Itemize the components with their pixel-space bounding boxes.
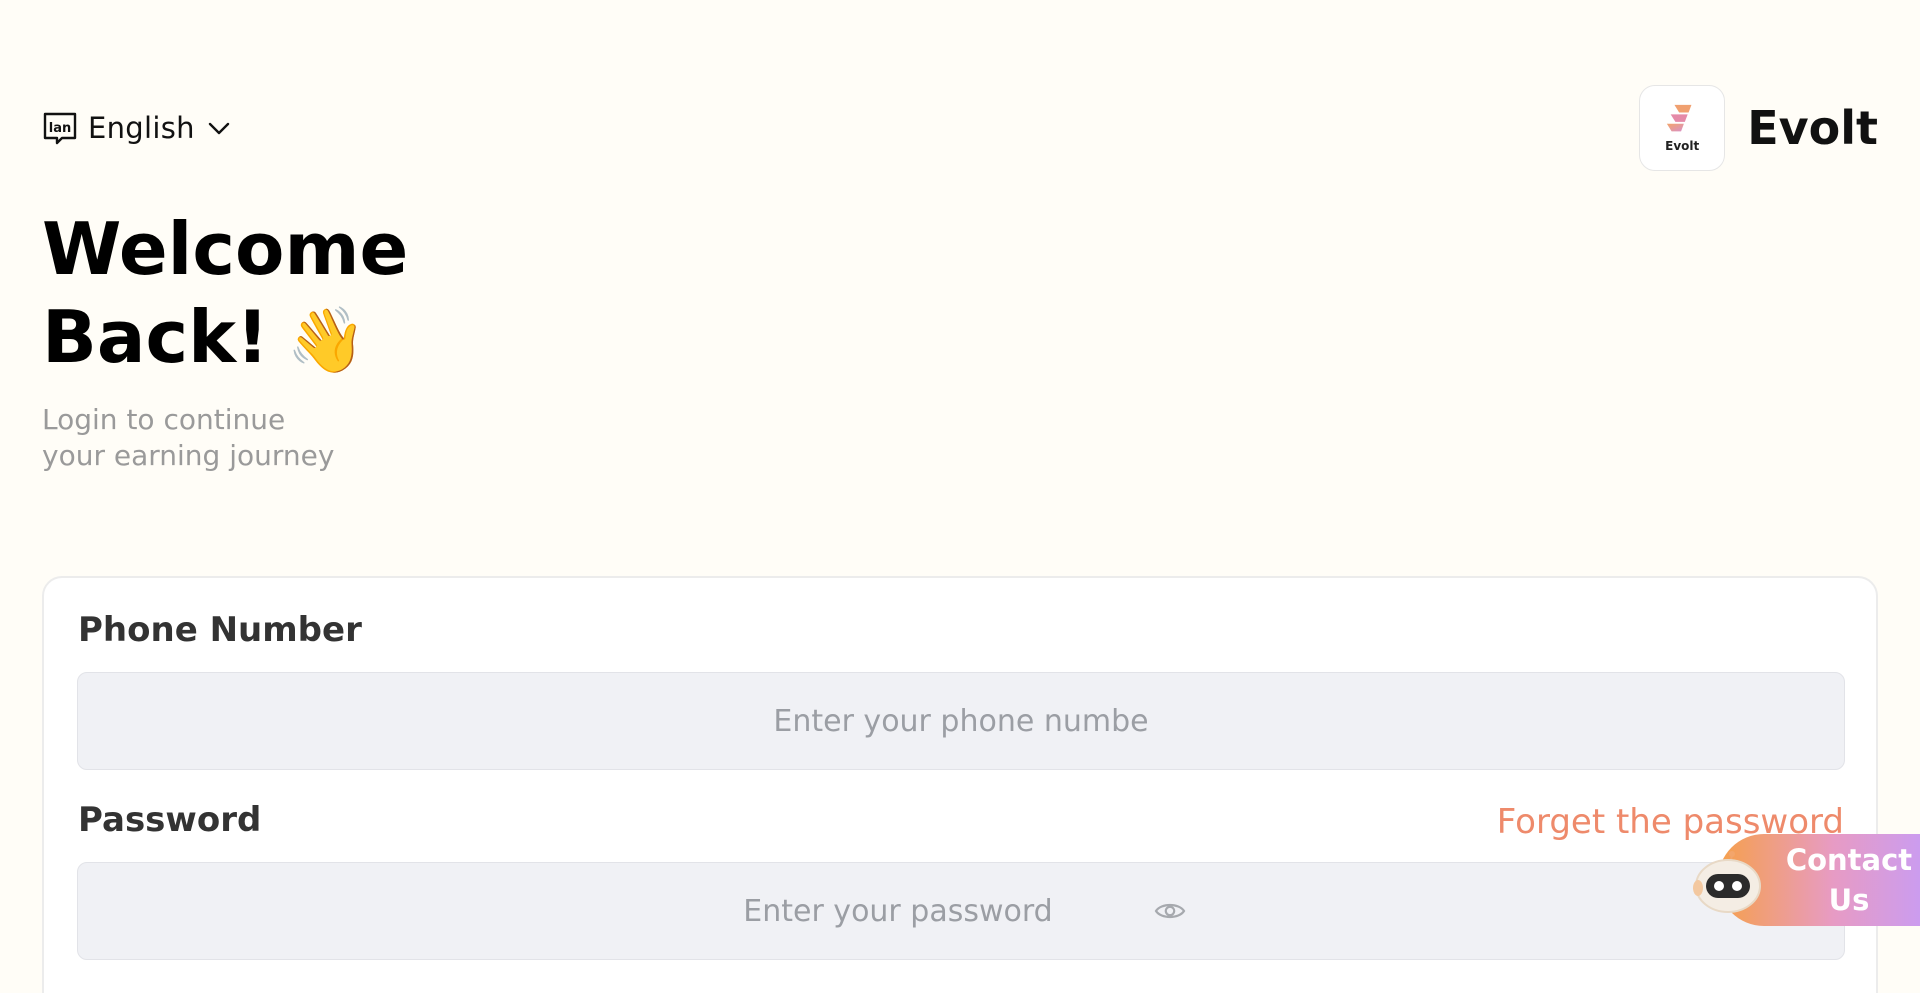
chevron-down-icon: [207, 116, 231, 140]
language-icon: lan: [42, 110, 78, 146]
page-title: Welcome Back! 👋: [42, 205, 408, 385]
evolt-logo-icon: [1667, 104, 1692, 132]
contact-us-label: Contact Us: [1785, 843, 1913, 917]
login-form-card: Phone Number Password Forget the passwor…: [42, 576, 1878, 993]
robot-assistant-icon[interactable]: [1692, 848, 1762, 914]
svg-text:lan: lan: [49, 121, 71, 136]
phone-label: Phone Number: [78, 610, 362, 650]
brand: Evolt Evolt: [1639, 85, 1878, 171]
eye-icon[interactable]: [1154, 899, 1186, 923]
title-line-2-text: Back!: [42, 295, 269, 379]
language-selector[interactable]: lan English: [42, 110, 231, 146]
password-input[interactable]: [78, 863, 1718, 959]
page-subtitle: Login to continue your earning journey: [42, 402, 362, 474]
password-field: [77, 862, 1845, 960]
login-page: lan English Evolt Evolt Welcome Back! 👋 …: [0, 0, 1920, 993]
waving-hand-icon: 👋: [286, 304, 367, 378]
subtitle-line-1: Login to continue: [42, 403, 286, 436]
title-line-2: Back! 👋: [42, 293, 408, 385]
brand-logo: Evolt: [1639, 85, 1726, 171]
phone-input[interactable]: [78, 673, 1844, 769]
password-label: Password: [78, 800, 262, 840]
brand-name: Evolt: [1747, 101, 1878, 155]
language-label: English: [88, 111, 195, 145]
brand-logo-text: Evolt: [1665, 139, 1700, 153]
title-line-1: Welcome: [42, 207, 409, 291]
phone-field: [77, 672, 1845, 770]
subtitle-line-2: your earning journey: [42, 439, 335, 472]
